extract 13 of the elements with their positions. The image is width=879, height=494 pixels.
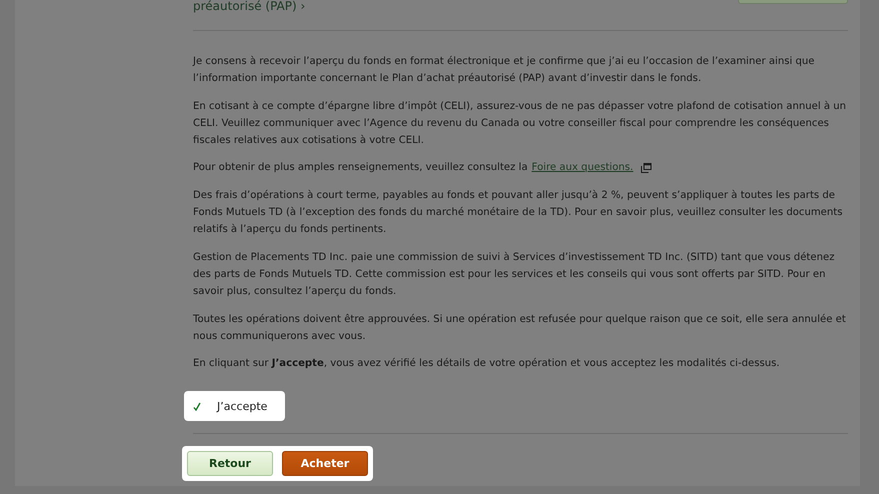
paragraph: Gestion de Placements TD Inc. paie une commission de suivi à Services d’investissement TD Inc. (SITD) tant que vous détenez des parts de Fonds Mutuels TD. Cette commission est pour les services et les conseils qui vous sont offerts par SITD. Pour en savoir plus, consultez l’aperçu du fonds. xyxy=(193,250,836,300)
paragraph: Toutes les opérations doivent être approuvées. Si une opération est refusée pour quelque raison que ce soit, elle sera annulée et nous communiquerons avec vous. xyxy=(193,312,847,344)
paragraph: Je consens à recevoir l’aperçu du fonds en format électronique et je confirme que j’ai eu l’occasion de l’examiner ainsi que l’information importante concernant le Plan d’achat préautorisé (PAP) avant d’investir dans le fonds. xyxy=(193,54,816,86)
external-window-icon xyxy=(641,163,652,174)
paragraph: Des frais d’opérations à court terme, payables au fonds et pouvant aller jusqu’à 2 %, peuvent s’appliquer à toutes les parts de Fonds Mutuels TD (à l’exception des fonds du marché monétaire de la TD). Pour en savoir plus, veuillez consulter les documents relatifs à l’aperçu du fonds pertinents. xyxy=(193,188,844,238)
faq-link[interactable]: Foire aux questions. xyxy=(532,159,634,177)
agree-checkbox[interactable]: J’accepte xyxy=(184,391,286,422)
paragraph: En cliquant sur J’accepte, vous avez vérifié les détails de votre opération et vous acceptez les modalités ci-dessus. xyxy=(193,356,781,372)
paragraph: Pour obtenir de plus amples renseignements, veuillez consultez la xyxy=(193,161,528,176)
action-button[interactable]: Acheter xyxy=(282,451,368,476)
plan-link[interactable]: préautorisé (PAP) › xyxy=(193,0,306,13)
paragraph: En cotisant à ce compte d’épargne libre d’impôt (CELI), assurez-vous de ne pas dépasser votre plafond de cotisation annuel à un CELI. Veuillez communiquer avec l’Agence du revenu du Canada ou votre conseiller fiscal pour comprendre les conséquences fiscales relatives aux cotisations à votre CELI. xyxy=(193,100,848,148)
action-button[interactable]: Retour xyxy=(187,451,273,476)
